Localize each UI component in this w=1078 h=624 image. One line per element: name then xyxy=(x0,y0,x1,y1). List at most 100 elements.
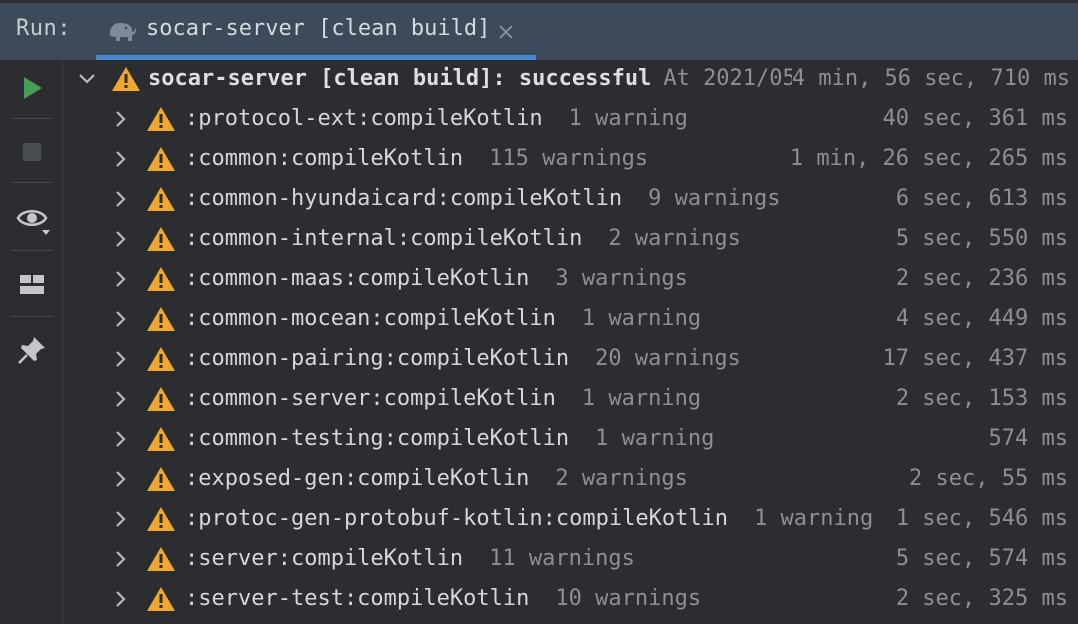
run-tool-window-header: Run: socar-server [clean build] xyxy=(0,0,1078,60)
stop-icon[interactable] xyxy=(12,132,52,172)
warning-icon xyxy=(147,467,175,491)
chevron-right-icon[interactable] xyxy=(111,549,131,569)
chevron-right-icon[interactable] xyxy=(111,309,131,329)
tree-task-row[interactable]: :common:compileKotlin 115 warnings 1 min, … xyxy=(63,140,1078,180)
task-name: :server:compileKotlin xyxy=(185,546,464,571)
chevron-right-icon[interactable] xyxy=(111,509,131,529)
warning-icon xyxy=(147,427,175,451)
tree-root-row[interactable]: socar-server [clean build]: successful At… xyxy=(63,60,1078,100)
tree-task-row[interactable]: :common-hyundaicard:compileKotlin 9 warni… xyxy=(63,180,1078,220)
task-name: :protocol-ext:compileKotlin xyxy=(185,106,543,131)
task-warning-count: 20 warnings xyxy=(595,346,741,371)
task-warning-count: 11 warnings xyxy=(489,546,635,571)
tree-task-row[interactable]: :protoc-gen-protobuf-kotlin:compileKotli… xyxy=(63,500,1078,540)
warning-icon xyxy=(147,507,175,531)
rerun-icon[interactable] xyxy=(12,68,52,108)
task-duration: 2 sec, 153 ms xyxy=(889,386,1068,411)
task-warning-count: 2 warnings xyxy=(555,466,688,491)
task-warning-count: 3 warnings xyxy=(555,266,688,291)
warning-icon xyxy=(112,67,140,91)
task-warning-count: 10 warnings xyxy=(555,586,702,611)
task-duration: 17 sec, 437 ms xyxy=(876,346,1068,371)
task-name: :server-test:compileKotlin xyxy=(185,586,530,611)
task-name: :common-server:compileKotlin xyxy=(185,386,556,411)
tree-task-row[interactable]: :common-internal:compileKotlin 2 warnings… xyxy=(63,220,1078,260)
toolbar-separator xyxy=(12,118,52,119)
build-tree: socar-server [clean build]: successful At… xyxy=(63,60,1078,624)
root-build-name: socar-server [clean build]: xyxy=(148,66,506,91)
tab-socar-server-clean-build[interactable]: socar-server [clean build] xyxy=(96,3,536,60)
task-name: :common-testing:compileKotlin xyxy=(185,426,570,451)
task-warning-count: 2 warnings xyxy=(608,226,741,251)
run-toolbar xyxy=(0,60,63,624)
chevron-right-icon[interactable] xyxy=(111,429,131,449)
close-icon[interactable] xyxy=(496,22,516,42)
tab-title: socar-server [clean build] xyxy=(146,16,491,41)
chevron-right-icon[interactable] xyxy=(111,229,131,249)
toolbar-separator xyxy=(12,316,52,317)
warning-icon xyxy=(147,347,175,371)
warning-icon xyxy=(147,587,175,611)
task-name: :common-maas:compileKotlin xyxy=(185,266,530,291)
tree-task-row[interactable]: :common-testing:compileKotlin 1 warning 57… xyxy=(63,420,1078,460)
task-warning-count: 9 warnings xyxy=(648,186,781,211)
layout-icon[interactable] xyxy=(12,264,52,304)
tree-task-row[interactable]: :exposed-gen:compileKotlin 2 warnings 2 se… xyxy=(63,460,1078,500)
task-warning-count: 1 warning xyxy=(568,106,688,131)
task-warning-count: 1 warning xyxy=(595,426,715,451)
task-duration: 4 sec, 449 ms xyxy=(889,306,1068,331)
task-duration: 6 sec, 613 ms xyxy=(889,186,1068,211)
task-name: :exposed-gen:compileKotlin xyxy=(185,466,530,491)
tree-task-row[interactable]: :common-server:compileKotlin 1 warning 2 s… xyxy=(63,380,1078,420)
tree-task-row[interactable]: :common-maas:compileKotlin 3 warnings 2 se… xyxy=(63,260,1078,300)
toolbar-separator xyxy=(12,182,52,183)
task-duration: 1 min, 26 sec, 265 ms xyxy=(783,146,1068,171)
warning-icon xyxy=(147,307,175,331)
chevron-right-icon[interactable] xyxy=(111,469,131,489)
task-name: :common:compileKotlin xyxy=(185,146,464,171)
warning-icon xyxy=(147,187,175,211)
chevron-right-icon[interactable] xyxy=(111,589,131,609)
tree-task-row[interactable]: :common-mocean:compileKotlin 1 warning 4 s… xyxy=(63,300,1078,340)
warning-icon xyxy=(147,107,175,131)
tree-task-row[interactable]: :common-pairing:compileKotlin 20 warnings… xyxy=(63,340,1078,380)
task-duration: 574 ms xyxy=(982,426,1068,451)
warning-icon xyxy=(147,267,175,291)
task-duration: 2 sec, 55 ms xyxy=(903,466,1068,491)
root-build-status: successful xyxy=(518,66,652,91)
pin-icon[interactable] xyxy=(12,330,52,370)
task-duration: 40 sec, 361 ms xyxy=(876,106,1068,131)
toolbar-separator xyxy=(12,250,52,251)
task-name: :common-hyundaicard:compileKotlin xyxy=(185,186,623,211)
chevron-right-icon[interactable] xyxy=(111,189,131,209)
eye-icon[interactable] xyxy=(12,198,52,238)
task-name: :common-mocean:compileKotlin xyxy=(185,306,556,331)
run-label: Run: xyxy=(16,16,71,41)
task-warning-count: 1 warning xyxy=(581,386,702,411)
chevron-right-icon[interactable] xyxy=(111,269,131,289)
tree-task-row[interactable]: :server:compileKotlin 11 warnings 5 sec, 5… xyxy=(63,540,1078,580)
task-name: :protoc-gen-protobuf-kotlin:compileKotli… xyxy=(185,506,729,531)
warning-icon xyxy=(147,387,175,411)
task-warning-count: 1 warning xyxy=(754,506,874,531)
task-warning-count: 1 warning xyxy=(581,306,702,331)
gradle-elephant-icon xyxy=(109,22,136,41)
warning-icon xyxy=(147,147,175,171)
warning-icon xyxy=(147,547,175,571)
chevron-right-icon[interactable] xyxy=(111,109,131,129)
tree-task-row[interactable]: :protocol-ext:compileKotlin 1 warning 40 s… xyxy=(63,100,1078,140)
task-name: :common-pairing:compileKotlin xyxy=(185,346,570,371)
chevron-right-icon[interactable] xyxy=(111,149,131,169)
chevron-right-icon[interactable] xyxy=(111,389,131,409)
task-duration: 5 sec, 574 ms xyxy=(889,546,1068,571)
task-warning-count: 115 warnings xyxy=(489,146,649,171)
task-duration: 2 sec, 236 ms xyxy=(889,266,1068,291)
task-duration: 1 sec, 546 ms xyxy=(889,506,1068,531)
root-build-time: 4 min, 56 sec, 710 ms xyxy=(791,66,1070,91)
chevron-right-icon[interactable] xyxy=(111,349,131,369)
warning-icon xyxy=(147,227,175,251)
tree-task-row[interactable]: :server-test:compileKotlin 10 warnings 2 s… xyxy=(63,580,1078,620)
chevron-down-icon[interactable] xyxy=(77,69,97,89)
task-duration: 2 sec, 325 ms xyxy=(889,586,1068,611)
task-name: :common-internal:compileKotlin xyxy=(185,226,583,251)
